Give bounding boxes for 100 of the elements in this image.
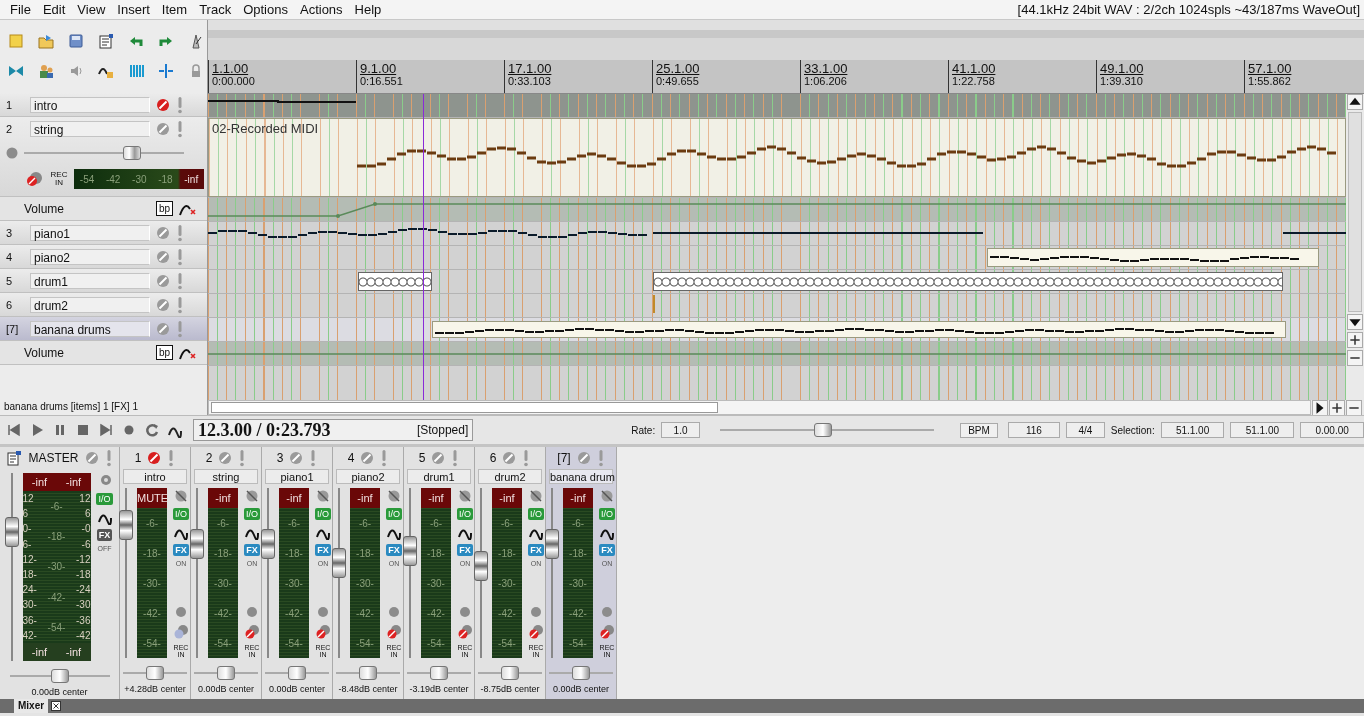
io-button[interactable]: I/O [244,508,260,520]
exclamation-icon[interactable] [176,95,184,114]
skip-forward-icon[interactable] [98,422,114,438]
zoom-out-icon[interactable] [1347,350,1363,366]
fader-thumb[interactable] [261,528,275,559]
zoom-in-icon[interactable] [1347,332,1363,348]
properties-icon[interactable] [6,450,23,466]
fx-button[interactable]: FX [528,544,544,556]
track-name-field[interactable]: piano2 [30,248,150,265]
circle-icon[interactable] [315,604,331,620]
slider-thumb[interactable] [814,423,833,437]
menu-item[interactable]: Options [237,2,294,17]
phase-icon[interactable] [315,488,331,504]
track-header[interactable]: 4 piano2 [0,245,207,269]
mute-icon[interactable] [360,451,375,465]
bypass-toggle[interactable]: bp [156,201,174,216]
exclamation-icon[interactable] [176,223,184,242]
record-arm-icon[interactable] [173,624,189,640]
people-icon[interactable] [37,62,55,80]
record-arm-icon[interactable] [244,624,260,640]
repeat-icon[interactable] [144,422,160,438]
mute-icon[interactable] [218,451,233,465]
fx-button[interactable]: FX [315,544,331,556]
fader-thumb[interactable] [474,551,488,581]
track-name-field[interactable]: drum2 [478,469,542,484]
exclamation-icon[interactable] [176,247,184,266]
record-arm-icon[interactable] [457,624,473,640]
slider-thumb[interactable] [501,666,519,680]
fader-thumb[interactable] [190,528,204,559]
circle-icon[interactable] [386,604,402,620]
vertical-scrollbar[interactable] [1346,94,1364,400]
scroll-thumb[interactable] [211,402,718,413]
io-button[interactable]: I/O [173,508,189,520]
slider-thumb[interactable] [359,666,377,680]
track-name-field[interactable]: banana drums [30,320,150,337]
io-button[interactable]: I/O [96,493,113,505]
fader-thumb[interactable] [332,548,346,579]
close-icon[interactable] [51,701,62,711]
dock-tab[interactable]: Mixer [14,699,49,713]
fx-button[interactable]: FX [96,529,113,541]
selection-field[interactable]: 0.00.00 [1300,422,1364,438]
selection-field[interactable]: 51.1.00 [1230,422,1295,438]
horizontal-scrollbar[interactable] [208,400,1311,415]
bypass-toggle[interactable]: bp [156,345,174,360]
mute-icon[interactable] [431,451,446,465]
phase-icon[interactable] [457,488,473,504]
menu-item[interactable]: Insert [111,2,156,17]
track-name-field[interactable]: intro [30,96,150,113]
menu-item[interactable]: Item [155,2,194,17]
exclamation-icon[interactable] [176,119,184,138]
split-icon[interactable] [157,62,175,80]
menu-item[interactable]: Help [348,2,388,17]
track-name-field[interactable]: piano1 [265,469,329,484]
fx-button[interactable]: FX [386,544,402,556]
menu-item[interactable]: Track [193,2,238,17]
record-arm-icon[interactable] [386,624,402,640]
track-name-field[interactable]: drum1 [407,469,471,484]
circle-icon[interactable] [528,604,544,620]
circle-icon[interactable] [173,604,189,620]
fx-button[interactable]: FX [173,544,189,556]
circle-icon[interactable] [6,147,18,159]
slider-thumb[interactable] [430,666,448,680]
slider-thumb[interactable] [123,146,142,160]
mute-icon[interactable] [156,121,170,136]
phase-icon[interactable] [386,488,402,504]
track-header[interactable]: 3 piano1 [0,221,207,245]
midi-item[interactable] [987,248,1319,267]
menu-item[interactable]: View [71,2,112,17]
track-name-field[interactable]: string [194,469,258,484]
slider-thumb[interactable] [50,669,69,683]
io-button[interactable]: I/O [315,508,331,520]
midi-item[interactable] [432,321,1286,338]
fader-thumb[interactable] [545,528,559,559]
record-arm-icon[interactable] [528,624,544,640]
mute-icon[interactable] [84,451,99,465]
mute-icon[interactable] [156,249,170,264]
rate-field[interactable]: 1.0 [661,422,700,438]
grid-icon[interactable] [127,62,145,80]
scroll-down-icon[interactable] [1347,314,1363,330]
midi-item[interactable]: 02-Recorded MIDI [208,118,1346,197]
mute-icon[interactable] [156,297,170,312]
mute-icon[interactable] [156,225,170,240]
exclamation-icon[interactable] [176,295,184,314]
slider-thumb[interactable] [217,666,235,680]
menu-item[interactable]: File [4,2,37,17]
record-arm-icon[interactable] [599,624,615,640]
menu-item[interactable]: Edit [36,2,72,17]
track-header[interactable]: 1 intro [0,93,207,117]
fader-thumb[interactable] [4,517,19,548]
track-name-field[interactable]: piano2 [336,469,400,484]
track-header[interactable]: [7] banana drums [0,317,207,341]
circle-icon[interactable] [457,604,473,620]
mute-icon[interactable] [156,321,170,336]
circle-icon[interactable] [244,604,260,620]
fx-button[interactable]: FX [599,544,615,556]
track-name-field[interactable]: piano1 [30,224,150,241]
folder-icon[interactable] [37,32,55,50]
mute-icon[interactable] [289,451,304,465]
fader-thumb[interactable] [119,510,133,541]
stop-icon[interactable] [75,422,91,438]
